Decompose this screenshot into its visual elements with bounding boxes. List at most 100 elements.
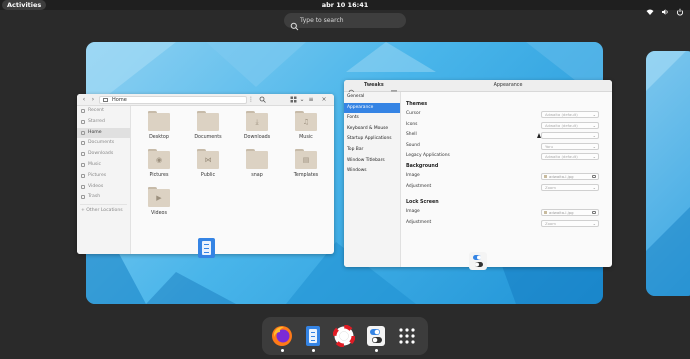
folder-label: Desktop: [149, 135, 169, 140]
folder-icon: ⋈: [197, 149, 219, 169]
sidebar-item-pictures[interactable]: Pictures: [77, 171, 130, 182]
download-icon: [81, 152, 85, 157]
setting-row-shell: Shell ⌄: [406, 130, 606, 141]
tweaks-window[interactable]: Tweaks Appearance General Appearance Fon…: [344, 80, 612, 267]
workspace-preview-next[interactable]: [646, 51, 690, 296]
files-window[interactable]: ‹ › Home ⋮ ⌄ ≡ × Recent Starred Home Doc…: [77, 94, 334, 254]
background-image-chooser[interactable]: adwaita-l.jpg: [541, 172, 599, 180]
folder-icon: [246, 149, 268, 169]
shell-theme-select[interactable]: ⌄: [541, 132, 599, 140]
folder-item[interactable]: ♫ Music: [286, 111, 326, 149]
search-icon[interactable]: [258, 96, 266, 104]
sidebar-item-recent[interactable]: Recent: [77, 106, 130, 117]
folder-item[interactable]: ▶ Videos: [139, 187, 179, 225]
sidebar-item-starred[interactable]: Starred: [77, 117, 130, 128]
nav-item-top-bar[interactable]: Top Bar: [344, 145, 400, 156]
folder-item[interactable]: Desktop: [139, 111, 179, 149]
sound-theme-select[interactable]: Yaru ⌄: [541, 142, 599, 150]
nav-item-windows[interactable]: Windows: [344, 166, 400, 177]
folder-icon: ◉: [148, 149, 170, 169]
sidebar-item-label: Home: [88, 129, 102, 135]
setting-row-sound: Sound Yaru ⌄: [406, 141, 606, 152]
help-icon[interactable]: [332, 324, 356, 348]
nav-item-window-titlebars[interactable]: Window Titlebars: [344, 156, 400, 167]
nav-item-appearance[interactable]: Appearance: [344, 102, 400, 114]
setting-label: Legacy Applications: [406, 153, 450, 159]
sidebar-item-trash[interactable]: Trash: [77, 192, 130, 203]
chevron-down-icon: ⌄: [592, 143, 596, 149]
folder-icon: ▤: [295, 149, 317, 169]
nav-item-general[interactable]: General: [344, 92, 400, 103]
background-adjustment-select[interactable]: Zoom ⌄: [541, 183, 599, 191]
folder-icon: [148, 111, 170, 131]
folder-item[interactable]: snap: [237, 149, 277, 187]
setting-label: Image: [406, 172, 420, 178]
setting-label: Icons: [406, 121, 418, 127]
sidebar-item-home[interactable]: Home: [77, 127, 130, 139]
hamburger-menu-icon[interactable]: [390, 82, 398, 96]
setting-row-background-image: Image adwaita-l.jpg: [406, 171, 606, 182]
path-bar[interactable]: Home: [99, 96, 247, 104]
music-icon: [81, 162, 85, 167]
tweaks-window-app-icon: [467, 251, 489, 271]
folder-item[interactable]: ▤ Templates: [286, 149, 326, 187]
legacy-theme-select[interactable]: Adwaita (default) ⌄: [541, 153, 599, 161]
search-entry[interactable]: Type to search: [284, 13, 406, 31]
folder-label: Pictures: [149, 173, 169, 178]
search-placeholder: Type to search: [300, 17, 344, 24]
network-icon[interactable]: [646, 1, 654, 15]
sidebar-item-label: Videos: [88, 183, 104, 189]
sidebar-item-label: + Other Locations: [81, 208, 123, 214]
folder-item[interactable]: ⋈ Public: [188, 149, 228, 187]
icons-theme-select[interactable]: Adwaita (default) ⌄: [541, 121, 599, 129]
picture-icon: [81, 173, 85, 178]
folder-item[interactable]: ◉ Pictures: [139, 149, 179, 187]
lockscreen-image-chooser[interactable]: adwaita-l.jpg: [541, 209, 599, 217]
sidebar-item-downloads[interactable]: Downloads: [77, 149, 130, 160]
files-window-app-icon: [198, 238, 215, 258]
setting-label: Adjustment: [406, 183, 432, 189]
setting-row-legacy-applications: Legacy Applications Adwaita (default) ⌄: [406, 151, 606, 162]
chevron-down-icon: ⌄: [592, 184, 596, 190]
menu-dots-icon[interactable]: ⋮: [247, 96, 255, 104]
folder-item[interactable]: Documents: [188, 111, 228, 149]
firefox-icon[interactable]: [271, 325, 293, 347]
view-grid-icon[interactable]: [289, 96, 297, 104]
lockscreen-adjustment-select[interactable]: Zoom ⌄: [541, 219, 599, 227]
system-tray[interactable]: [646, 1, 684, 16]
nav-item-fonts[interactable]: Fonts: [344, 113, 400, 124]
wallpaper: [646, 51, 690, 296]
chevron-down-icon: ⌄: [592, 133, 596, 139]
sidebar-item-videos[interactable]: Videos: [77, 182, 130, 193]
back-button[interactable]: ‹: [80, 96, 88, 104]
section-heading: Lock Screen: [406, 200, 439, 206]
sidebar-item-documents[interactable]: Documents: [77, 138, 130, 149]
clock[interactable]: abr 10 16:41: [0, 0, 690, 10]
search-icon: [290, 16, 299, 31]
section-heading: Background: [406, 163, 439, 169]
sidebar-item-other-locations[interactable]: + Other Locations: [77, 206, 130, 217]
appearance-panel: Themes Cursor Adwaita (default) ⌄ Icons A…: [406, 100, 606, 228]
search-icon[interactable]: [348, 82, 356, 97]
running-indicator: [280, 349, 284, 352]
app-title: Tweaks: [364, 83, 384, 88]
folder-item[interactable]: ⤓ Downloads: [237, 111, 277, 149]
setting-label: Cursor: [406, 111, 421, 116]
setting-label: Shell: [406, 132, 417, 138]
tweaks-icon[interactable]: [365, 325, 387, 347]
nav-item-keyboard-mouse[interactable]: Keyboard & Mouse: [344, 124, 400, 135]
chevron-down-icon[interactable]: ⌄: [298, 96, 306, 104]
close-icon[interactable]: ×: [320, 96, 328, 104]
app-grid-icon[interactable]: [396, 325, 418, 347]
forward-button[interactable]: ›: [89, 96, 97, 104]
hamburger-menu-icon[interactable]: ≡: [307, 96, 315, 104]
files-icon[interactable]: [302, 325, 324, 347]
volume-icon[interactable]: [661, 1, 669, 15]
setting-label: Sound: [406, 142, 420, 148]
sidebar-item-music[interactable]: Music: [77, 160, 130, 171]
setting-label: Adjustment: [406, 219, 432, 225]
nav-item-startup-applications[interactable]: Startup Applications: [344, 134, 400, 145]
cursor-theme-select[interactable]: Adwaita (default) ⌄: [541, 111, 599, 118]
document-icon: [81, 141, 85, 146]
power-icon[interactable]: [676, 1, 684, 16]
